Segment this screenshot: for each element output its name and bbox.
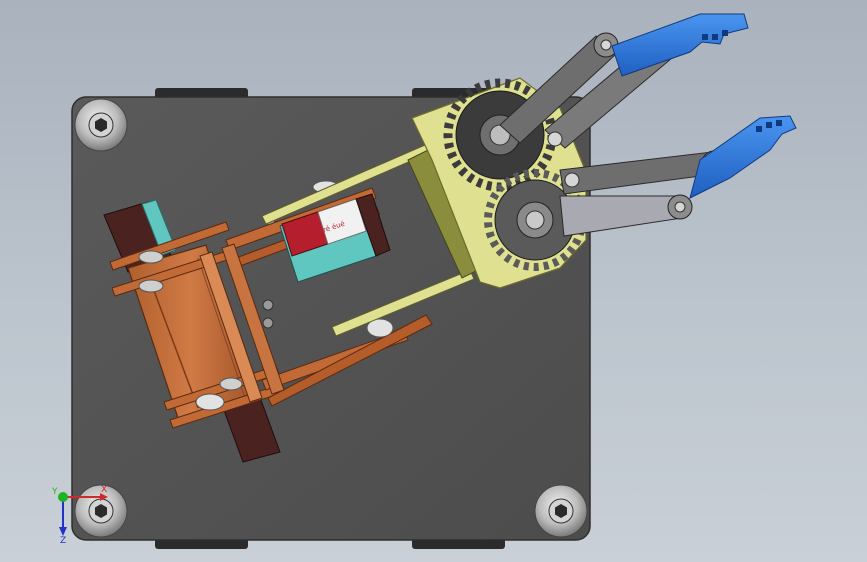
upper-finger[interactable] [611, 13, 749, 77]
robot-arm-model[interactable]: Iré éué X Z Y [0, 0, 867, 562]
triad-z-label: Z [60, 536, 66, 546]
triad-x-label: X [101, 485, 107, 495]
triad-y-axis [58, 492, 68, 502]
triad-y-label: Y [51, 487, 58, 497]
bolt-top-left [74, 98, 128, 152]
lower-finger[interactable] [689, 115, 797, 199]
cad-viewport[interactable]: Iré éué X Z Y [0, 0, 867, 562]
bolt-bottom-right [534, 484, 588, 538]
